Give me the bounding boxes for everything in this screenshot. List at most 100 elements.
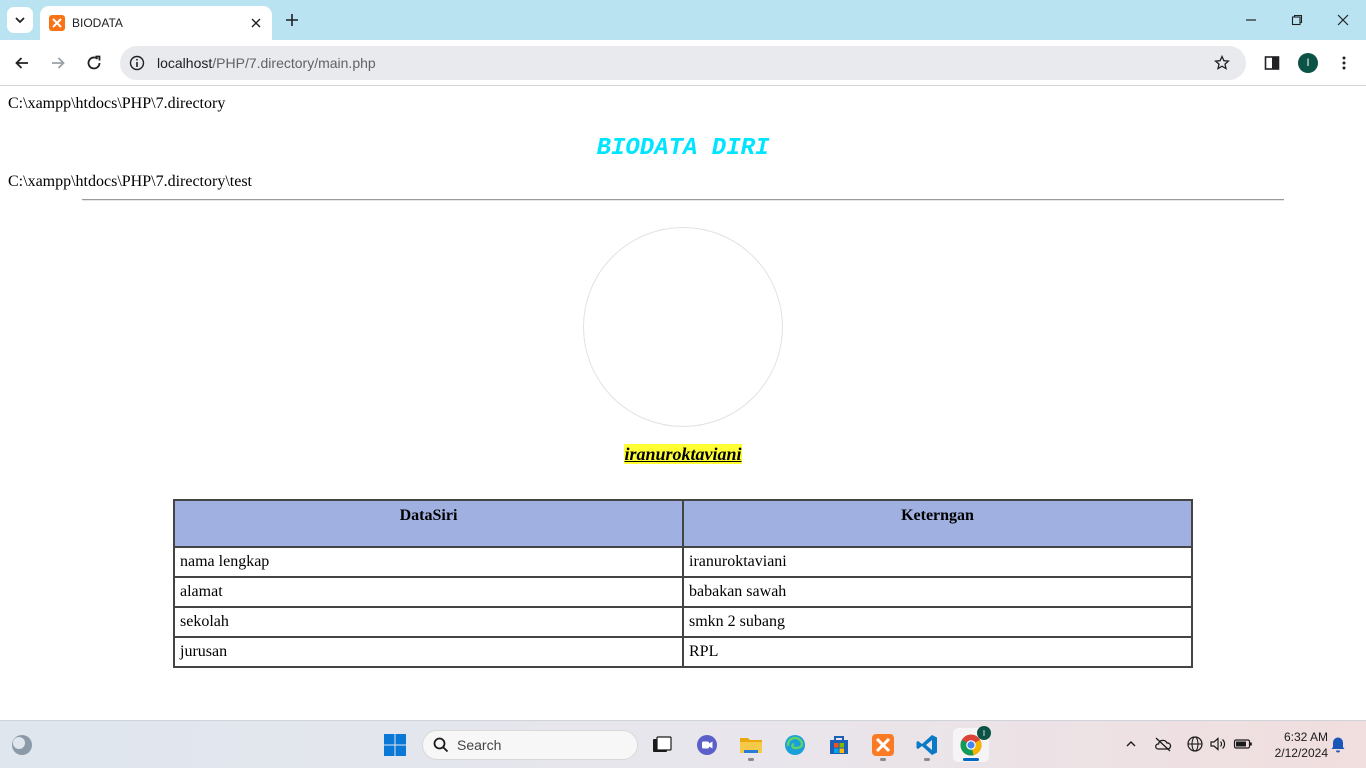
table-cell-value: smkn 2 subang [682,606,1193,638]
table-cell-field: jurusan [173,636,684,668]
menu-button[interactable] [1328,47,1360,79]
new-tab-button[interactable] [280,8,304,32]
subdirectory-path: C:\xampp\htdocs\PHP\7.directory\test [8,173,252,190]
running-indicator [924,758,930,761]
tab-search-button[interactable] [7,7,33,33]
reload-icon [87,55,101,70]
arrow-left-icon [15,57,28,69]
info-icon [129,55,145,71]
speaker-icon [1210,737,1226,751]
biodata-table: DataSiri Keterngan nama lengkap iranurok… [173,499,1193,668]
table-cell-field: alamat [173,576,684,608]
taskbar-search[interactable]: Search [422,730,638,760]
table-cell-value: iranuroktaviani [682,546,1193,578]
chat-icon [697,735,717,755]
table-header-row: DataSiri Keterngan [173,499,1193,548]
volume-button[interactable] [1207,733,1229,755]
minimize-icon [1246,19,1256,21]
bookmark-button[interactable] [1212,53,1232,73]
folder-icon [740,738,762,753]
table-cell-value: babakan sawah [682,576,1193,608]
address-bar[interactable]: localhost/PHP/7.directory/main.php [120,46,1246,80]
side-panel-button[interactable] [1256,47,1288,79]
clock-time: 6:32 AM [1283,730,1328,744]
store-icon [830,736,848,754]
task-view-button[interactable] [644,728,680,762]
table-row: sekolah smkn 2 subang [173,606,1193,638]
cloud-off-icon [1155,737,1172,752]
windows-logo-icon [384,734,406,756]
battery-icon [1233,739,1252,749]
browser-toolbar: localhost/PHP/7.directory/main.php I [0,40,1366,86]
page-content: C:\xampp\htdocs\PHP\7.directory BIODATA … [0,87,1366,720]
profile-button[interactable]: I [1292,47,1324,79]
weather-widget[interactable] [4,728,40,762]
column-header: DataSiri [173,499,684,548]
active-indicator [963,758,979,761]
close-icon [1337,14,1349,26]
url-path: /PHP/7.directory/main.php [212,55,376,71]
xampp-button[interactable] [865,728,901,762]
globe-icon [1187,736,1203,752]
table-cell-field: sekolah [173,606,684,638]
side-panel-icon [1264,56,1280,70]
tab-strip: BIODATA [0,0,1366,40]
url-text: localhost/PHP/7.directory/main.php [157,55,376,71]
chrome-button[interactable]: I [953,726,991,762]
chevron-down-icon [15,17,25,24]
table-cell-field: nama lengkap [173,546,684,578]
running-indicator [880,758,886,761]
task-view-icon [653,736,672,752]
onedrive-button[interactable] [1152,733,1174,755]
search-icon [433,737,449,753]
forward-button[interactable] [42,47,74,79]
profile-photo [583,227,783,427]
tab-close-button[interactable] [246,13,266,33]
divider [82,199,1284,201]
minimize-button[interactable] [1228,0,1274,40]
table-row: nama lengkap iranuroktaviani [173,546,1193,578]
plus-icon [286,14,298,26]
system-clock[interactable]: 6:32 AM 2/12/2024 [1262,729,1328,761]
back-button[interactable] [6,47,38,79]
running-indicator [748,758,754,761]
table-cell-value: RPL [682,636,1193,668]
battery-button[interactable] [1232,733,1254,755]
arrow-right-icon [52,57,65,69]
clock-date: 2/12/2024 [1274,746,1328,760]
xampp-favicon-icon [49,15,65,31]
tab-title: BIODATA [72,16,123,30]
teams-chat-button[interactable] [689,728,725,762]
taskbar: Search I 6:32 AM 2/12/2024 [0,720,1366,768]
restore-button[interactable] [1274,0,1320,40]
page-title: BIODATA DIRI [596,135,770,162]
restore-icon [1291,14,1303,26]
directory-path: C:\xampp\htdocs\PHP\7.directory [8,95,226,112]
column-header: Keterngan [682,499,1193,548]
notifications-button[interactable] [1327,733,1349,755]
profile-name: iranuroktaviani [0,444,1366,465]
close-icon [251,18,261,28]
show-hidden-icons-button[interactable] [1120,733,1142,755]
table-row: jurusan RPL [173,636,1193,668]
network-button[interactable] [1184,733,1206,755]
site-info-button[interactable] [120,46,154,80]
edge-icon [785,735,805,755]
tab-biodata[interactable]: BIODATA [40,6,272,40]
profile-name-text: iranuroktaviani [624,444,742,464]
reload-button[interactable] [78,47,110,79]
store-button[interactable] [821,728,857,762]
window-close-button[interactable] [1320,0,1366,40]
edge-button[interactable] [777,728,813,762]
avatar: I [1298,53,1318,73]
chevron-up-icon [1126,741,1136,747]
vscode-button[interactable] [909,728,945,762]
url-host: localhost [157,55,213,71]
xampp-icon [872,734,894,756]
start-button[interactable] [377,728,413,762]
bell-icon [1331,737,1345,753]
weather-icon [12,735,32,755]
chrome-profile-badge: I [977,726,991,740]
star-icon [1214,55,1230,70]
file-explorer-button[interactable] [733,728,769,762]
